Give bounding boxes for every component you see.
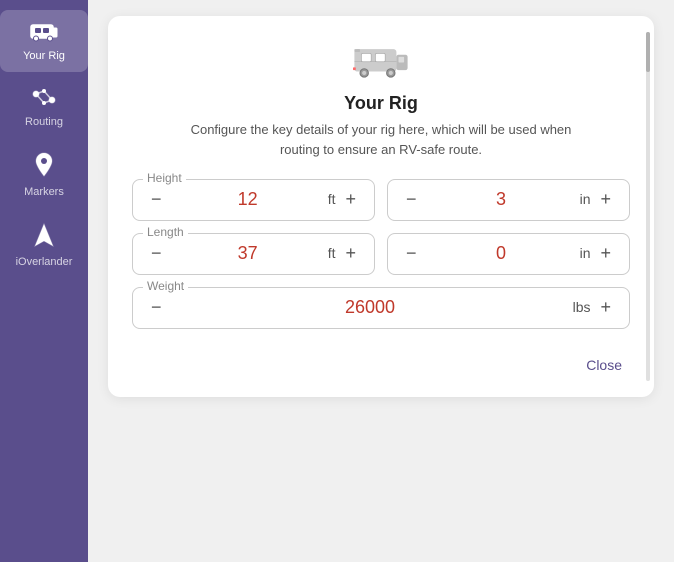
length-label: Length (143, 225, 188, 239)
weight-group: Weight − 26000 lbs + (132, 287, 630, 329)
length-row: Length − 37 ft + − 0 in + (132, 233, 630, 275)
sidebar-item-ioverlander-label: iOverlander (16, 256, 73, 268)
height-in-decrement-button[interactable]: − (400, 188, 423, 210)
weight-label: Weight (143, 279, 188, 293)
length-in-unit: in (580, 245, 591, 261)
length-ft-increment-button[interactable]: + (339, 242, 362, 264)
weight-row: Weight − 26000 lbs + (132, 287, 630, 329)
sidebar-item-markers-label: Markers (24, 186, 64, 198)
modal-footer: Close (132, 345, 630, 377)
modal-card: Your Rig Configure the key details of yo… (108, 16, 654, 397)
weight-value: 26000 (168, 297, 573, 318)
sidebar-item-ioverlander[interactable]: iOverlander (0, 212, 88, 278)
sidebar-item-markers[interactable]: Markers (0, 142, 88, 208)
height-ft-increment-button[interactable]: + (339, 188, 362, 210)
sidebar-item-your-rig-label: Your Rig (23, 50, 65, 62)
height-in-increment-button[interactable]: + (594, 188, 617, 210)
main-content: Your Rig Configure the key details of yo… (88, 0, 674, 562)
length-ft-value: 37 (168, 243, 328, 264)
rig-illustration-icon (353, 40, 409, 93)
scrollbar-thumb (646, 32, 650, 72)
height-ft-value: 12 (168, 189, 328, 210)
ioverlander-icon (33, 222, 55, 252)
markers-icon (34, 152, 54, 182)
height-in-unit: in (580, 191, 591, 207)
sidebar: Your Rig Routing Markers (0, 0, 88, 562)
height-ft-group: Height − 12 ft + (132, 179, 375, 221)
length-in-increment-button[interactable]: + (594, 242, 617, 264)
height-in-controls: − 3 in + (400, 188, 617, 210)
height-ft-unit: ft (328, 191, 336, 207)
modal-description: Configure the key details of your rig he… (171, 120, 591, 159)
length-ft-decrement-button[interactable]: − (145, 242, 168, 264)
length-ft-group: Length − 37 ft + (132, 233, 375, 275)
modal-header: Your Rig Configure the key details of yo… (132, 40, 630, 159)
sidebar-item-routing[interactable]: Routing (0, 76, 88, 138)
height-in-value: 3 (423, 189, 580, 210)
height-label: Height (143, 171, 186, 185)
weight-unit: lbs (573, 299, 591, 315)
height-row: Height − 12 ft + − 3 in + (132, 179, 630, 221)
height-ft-decrement-button[interactable]: − (145, 188, 168, 210)
close-button[interactable]: Close (578, 353, 630, 377)
your-rig-icon (30, 20, 58, 46)
length-in-decrement-button[interactable]: − (400, 242, 423, 264)
weight-increment-button[interactable]: + (594, 296, 617, 318)
modal-title: Your Rig (344, 93, 418, 114)
sidebar-item-your-rig[interactable]: Your Rig (0, 10, 88, 72)
length-ft-unit: ft (328, 245, 336, 261)
length-ft-controls: − 37 ft + (145, 242, 362, 264)
length-in-controls: − 0 in + (400, 242, 617, 264)
routing-icon (31, 86, 57, 112)
weight-controls: − 26000 lbs + (145, 296, 617, 318)
weight-decrement-button[interactable]: − (145, 296, 168, 318)
height-ft-controls: − 12 ft + (145, 188, 362, 210)
length-in-group: − 0 in + (387, 233, 630, 275)
modal-scrollbar (646, 32, 650, 381)
sidebar-item-routing-label: Routing (25, 116, 63, 128)
length-in-value: 0 (423, 243, 580, 264)
height-in-group: − 3 in + (387, 179, 630, 221)
